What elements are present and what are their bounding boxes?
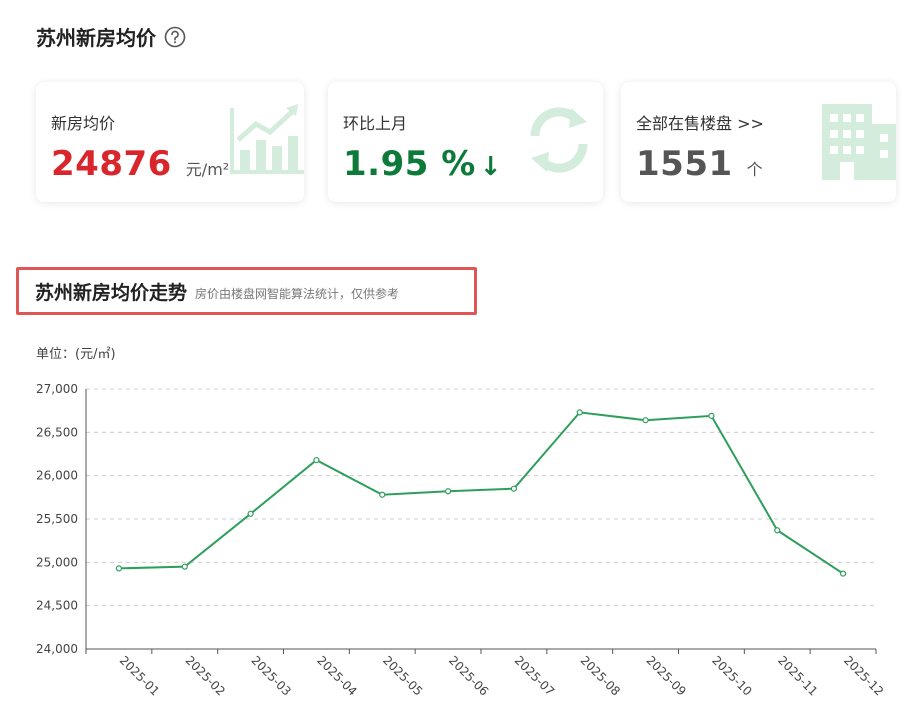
avg-price-card: 新房均价 24876 元/m² — [36, 82, 304, 202]
page-title-text: 苏州新房均价 — [36, 26, 156, 50]
price-series-line — [118, 411, 844, 575]
x-tick-label: 2025-01 — [117, 653, 162, 698]
y-tick-label: 25,500 — [36, 512, 78, 526]
bar-chart-trend-icon — [230, 104, 304, 174]
x-tick-label: 2025-04 — [314, 653, 359, 698]
mom-change-value: 1.95 % — [343, 144, 476, 184]
x-tick-label: 2025-09 — [643, 653, 688, 698]
data-point[interactable] — [576, 409, 583, 416]
data-point[interactable] — [642, 417, 649, 424]
data-point[interactable] — [510, 485, 518, 492]
y-tick-label: 25,000 — [36, 555, 78, 569]
y-tick-label: 26,500 — [36, 425, 78, 439]
page-title: 苏州新房均价 — [36, 22, 186, 51]
data-point[interactable] — [839, 570, 847, 577]
help-icon[interactable] — [164, 26, 186, 48]
y-tick-label: 24,000 — [36, 642, 78, 656]
data-point[interactable] — [379, 491, 386, 498]
trend-heading: 苏州新房均价走势 房价由楼盘网智能算法统计，仅供参考 — [16, 267, 477, 315]
on-sale-count: 1551 — [636, 144, 733, 184]
x-tick-label: 2025-08 — [578, 653, 623, 698]
data-point[interactable] — [181, 563, 188, 570]
x-tick-label: 2025-10 — [709, 653, 754, 698]
data-point[interactable] — [313, 456, 320, 464]
x-tick-label: 2025-05 — [380, 653, 425, 698]
y-tick-label: 26,000 — [36, 469, 78, 483]
on-sale-card[interactable]: 全部在售楼盘 >> 1551 个 — [621, 82, 896, 202]
y-tick-label: 24,500 — [36, 599, 78, 613]
on-sale-link[interactable]: 全部在售楼盘 >> — [636, 110, 764, 134]
price-trend-chart: 24,000 24,500 25,000 25,500 26,000 26,500 27,0… — [36, 382, 886, 699]
on-sale-unit: 个 — [746, 160, 763, 179]
trend-title: 苏州新房均价走势 — [35, 281, 188, 304]
trend-subtitle: 房价由楼盘网智能算法统计，仅供参考 — [195, 286, 400, 301]
avg-price-unit: 元/m² — [185, 160, 230, 179]
data-point[interactable] — [774, 527, 781, 534]
chart-unit-label: 单位：(元/㎡) — [36, 347, 116, 362]
x-tick-label: 2025-07 — [512, 653, 557, 698]
y-tick-label: 27,000 — [36, 382, 78, 396]
down-arrow-icon: ↓ — [479, 152, 502, 182]
x-tick-label: 2025-03 — [248, 653, 293, 698]
refresh-cycle-icon — [530, 107, 588, 173]
data-point[interactable] — [708, 412, 715, 419]
x-tick-label: 2025-02 — [183, 653, 228, 698]
x-tick-label: 2025-11 — [775, 653, 820, 698]
building-icon — [822, 104, 896, 180]
avg-price-label: 新房均价 — [51, 114, 116, 133]
mom-change-label: 环比上月 — [343, 114, 408, 133]
data-point[interactable] — [247, 510, 254, 517]
x-tick-label: 2025-12 — [841, 653, 886, 698]
data-point[interactable] — [115, 565, 123, 572]
data-point[interactable] — [444, 488, 452, 495]
x-tick-label: 2025-06 — [446, 653, 491, 698]
mom-change-card: 环比上月 1.95 % ↓ — [328, 82, 603, 202]
avg-price-value: 24876 — [51, 144, 172, 184]
